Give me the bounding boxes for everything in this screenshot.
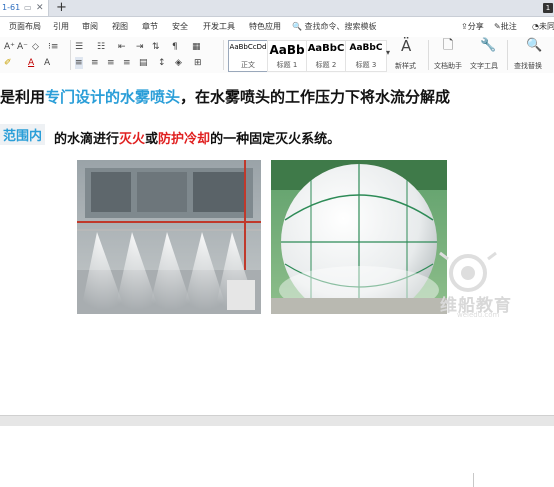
style-caption: 标题 3	[355, 61, 377, 69]
menu-references[interactable]: 引用	[53, 17, 69, 37]
watermark-url: weiedu.com	[457, 311, 500, 319]
plus-icon[interactable]: +	[56, 0, 67, 16]
numbering-icon[interactable]: ☷	[97, 41, 105, 53]
menu-developer-tools[interactable]: 开发工具	[203, 17, 235, 37]
spherical-tank-photo	[271, 160, 447, 314]
sort-icon[interactable]: ⇅	[152, 41, 160, 53]
text-run: 是利用	[0, 88, 46, 106]
separator	[428, 40, 429, 70]
justify-icon[interactable]: ≡	[123, 57, 131, 69]
horizontal-scrollbar[interactable]	[0, 415, 554, 426]
show-marks-icon[interactable]: ¶	[172, 41, 178, 53]
align-right-icon[interactable]: ≡	[107, 57, 115, 69]
comment-button[interactable]: ✎批注	[494, 17, 517, 37]
font-color-icon[interactable]: A	[28, 57, 34, 69]
document-tab-label: 1-61	[2, 3, 21, 12]
new-style-label: 新样式	[395, 62, 416, 70]
menu-chapter[interactable]: 章节	[142, 17, 158, 37]
menu-featured-apps[interactable]: 特色应用	[249, 17, 281, 37]
style-caption: 标题 2	[315, 61, 337, 69]
text-tools-label: 文字工具	[470, 62, 498, 70]
page-edge	[473, 473, 474, 487]
table-icon[interactable]: ▦	[192, 41, 201, 53]
scope-tag: 范围内	[0, 124, 46, 145]
border-icon[interactable]: ⊞	[194, 57, 202, 69]
menu-security[interactable]: 安全	[172, 17, 188, 37]
wrench-icon: 🔧	[480, 38, 497, 53]
align-center-icon[interactable]: ≡	[91, 57, 99, 69]
line-spacing-icon[interactable]: ↕	[158, 57, 166, 69]
menu-review[interactable]: 审阅	[82, 17, 98, 37]
style-gallery-scroll[interactable]: ▾	[386, 47, 390, 59]
document-page[interactable]: 是利用专门设计的水雾喷头，在水雾喷头的工作压力下将水流分解成 范围内 的水滴进行…	[0, 73, 554, 487]
comment-icon: ✎	[494, 22, 501, 31]
style-sample: AaBbCcDd	[229, 43, 267, 51]
style-heading-1[interactable]: AaBb 标题 1	[267, 40, 307, 72]
text-run-highlight: 专门设计的水雾喷头	[45, 88, 181, 106]
text-run: 或	[145, 132, 159, 147]
text-run-red: 防护冷却	[158, 132, 211, 147]
window-badge: 1	[543, 3, 553, 13]
more-label: 未同	[538, 22, 554, 31]
doc-helper-label: 文档助手	[434, 62, 462, 70]
menu-page-layout[interactable]: 页面布局	[9, 17, 41, 37]
monitor-icon: ▭	[24, 3, 32, 12]
fill-color-icon[interactable]: ◈	[175, 57, 182, 69]
eraser-icon[interactable]: ◇	[32, 41, 39, 53]
char-border-icon[interactable]: ⁝≡	[48, 41, 58, 53]
separator	[507, 40, 508, 70]
comment-label: 批注	[500, 22, 517, 31]
new-style-icon: Ä	[401, 37, 412, 55]
find-replace-label: 查找替换	[514, 62, 542, 70]
style-sample: AaBbC	[307, 43, 345, 54]
command-search-label: 查找命令、搜索模板	[304, 22, 377, 31]
indent-icon[interactable]: ⇥	[136, 41, 144, 53]
water-mist-equipment-photo	[77, 160, 261, 314]
text-run: 的水滴进行	[54, 132, 120, 147]
paragraph-line-2-text: 的水滴进行灭火或防护冷却的一种固定灭火系统。	[54, 128, 340, 147]
tab-strip: 1-61 ▭ ✕ + 1	[0, 0, 554, 17]
ribbon-toolbar: A⁺ A⁻ ◇ ⁝≡ ✐ A A ☰ ☷ ⇤ ⇥ ⇅ ¶ ▦ ≡ ≡ ≡ ≡ ▤…	[0, 37, 554, 74]
style-sample: AaBb	[269, 43, 305, 57]
share-icon: ⇪	[461, 22, 468, 31]
style-caption: 标题 1	[276, 61, 298, 69]
shading-icon[interactable]: A	[44, 57, 50, 69]
search-icon: 🔍	[292, 22, 302, 31]
style-caption: 正文	[241, 61, 255, 69]
style-heading-3[interactable]: AaBbC 标题 3	[345, 40, 387, 72]
menu-bar: 页面布局 引用 审阅 视图 章节 安全 开发工具 特色应用 🔍 查找命令、搜索模…	[0, 17, 554, 37]
style-heading-2[interactable]: AaBbC 标题 2	[306, 40, 346, 72]
bullets-icon[interactable]: ☰	[75, 41, 83, 53]
text-run: 的一种固定灭火系统。	[210, 132, 341, 147]
user-icon: ◔	[532, 22, 539, 31]
share-label: 分享	[467, 22, 484, 31]
separator	[70, 40, 71, 70]
style-sample: AaBbC	[349, 43, 383, 53]
align-left-icon[interactable]: ≡	[75, 57, 83, 69]
distributed-icon[interactable]: ▤	[139, 57, 148, 69]
doc-helper-icon: 🗋	[443, 38, 454, 53]
search-icon: 🔍	[526, 38, 543, 53]
share-button[interactable]: ⇪分享	[461, 17, 484, 37]
command-search[interactable]: 🔍 查找命令、搜索模板	[292, 17, 377, 37]
more-button[interactable]: ◔未同	[532, 17, 554, 37]
text-run-red: 灭火	[119, 132, 146, 147]
outdent-icon[interactable]: ⇤	[118, 41, 126, 53]
document-tab[interactable]: 1-61 ▭ ✕	[0, 0, 49, 16]
separator	[223, 40, 224, 70]
menu-view[interactable]: 视图	[112, 17, 128, 37]
paragraph-line-2: 范围内 的水滴进行灭火或防护冷却的一种固定灭火系统。	[0, 124, 340, 147]
font-size-decrease-button[interactable]: A⁻	[17, 41, 28, 53]
font-size-increase-button[interactable]: A⁺	[4, 41, 15, 53]
close-icon[interactable]: ✕	[36, 0, 44, 16]
style-normal[interactable]: AaBbCcDd 正文	[228, 40, 268, 72]
text-run: ，在水雾喷头的工作压力下将水流分解成	[180, 88, 451, 106]
paragraph-line-1: 是利用专门设计的水雾喷头，在水雾喷头的工作压力下将水流分解成	[0, 86, 450, 107]
highlight-icon[interactable]: ✐	[4, 57, 12, 69]
